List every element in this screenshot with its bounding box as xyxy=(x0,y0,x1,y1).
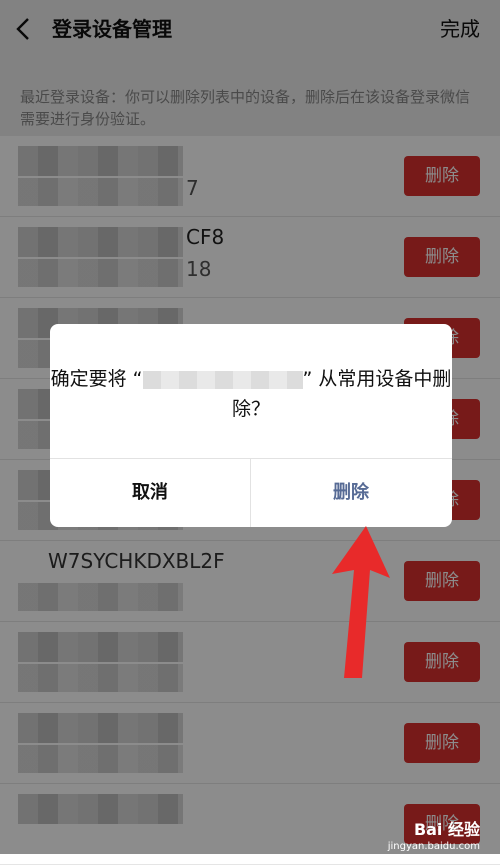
dialog-message-prefix: 确定要将 “ xyxy=(50,368,143,390)
watermark-url: jingyan.baidu.com xyxy=(387,841,480,852)
confirm-delete-button[interactable]: 删除 xyxy=(251,459,451,527)
red-arrow-annotation xyxy=(332,526,390,678)
cancel-button[interactable]: 取消 xyxy=(50,459,250,527)
watermark-logo: Bai 经验 xyxy=(413,820,480,839)
confirm-dialog: 确定要将 “” 从常用设备中删除？ 取消 删除 xyxy=(50,324,452,527)
device-name-blurred xyxy=(142,370,303,389)
dialog-message: 确定要将 “” 从常用设备中删除？ xyxy=(50,364,452,424)
